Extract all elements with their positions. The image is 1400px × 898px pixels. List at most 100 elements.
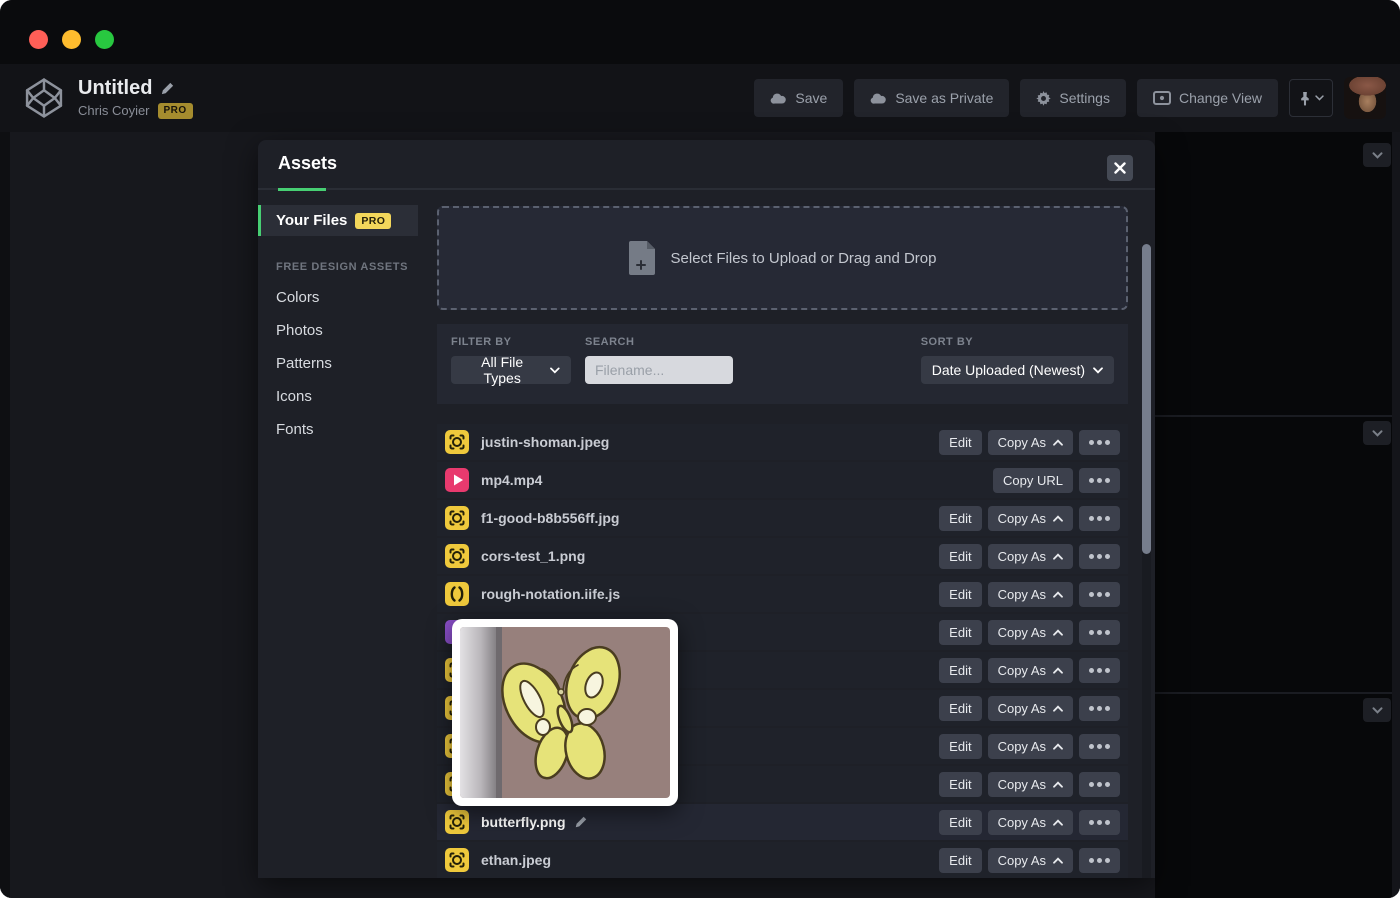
sidebar-item-photos[interactable]: Photos bbox=[276, 322, 437, 339]
close-window-button[interactable] bbox=[29, 30, 48, 49]
modal-scrollbar-thumb[interactable] bbox=[1142, 244, 1151, 554]
file-row-f1-good-b8b556ff.jpg[interactable]: f1-good-b8b556ff.jpg Edit Copy As bbox=[437, 500, 1128, 536]
edit-title-pencil-icon[interactable] bbox=[160, 81, 175, 96]
edit-button[interactable]: Edit bbox=[939, 582, 981, 607]
row-actions: Edit Copy As bbox=[939, 810, 1120, 835]
file-row-ethan.jpeg[interactable]: ethan.jpegEditCopy As bbox=[437, 842, 1128, 878]
editor-right-strip bbox=[1392, 132, 1400, 898]
file-type-filter-dropdown[interactable]: All File Types bbox=[451, 356, 571, 384]
sidebar-item-fonts[interactable]: Fonts bbox=[276, 421, 437, 438]
pin-button[interactable] bbox=[1289, 79, 1333, 117]
more-options-button[interactable] bbox=[1079, 658, 1120, 683]
image-file-icon bbox=[445, 544, 469, 568]
copy-as-button[interactable]: Copy As bbox=[988, 430, 1073, 455]
assets-sidebar: Your Files PRO FREE DESIGN ASSETS Colors… bbox=[258, 192, 437, 878]
rename-pencil-icon[interactable] bbox=[574, 815, 588, 829]
file-row-cors-test_1.png[interactable]: cors-test_1.png Edit Copy As bbox=[437, 538, 1128, 574]
save-as-private-button[interactable]: Save as Private bbox=[854, 79, 1009, 117]
edit-button[interactable]: Edit bbox=[939, 430, 981, 455]
copy-as-button[interactable]: Copy As bbox=[988, 696, 1073, 721]
panel-divider bbox=[1155, 415, 1392, 417]
more-options-button[interactable] bbox=[1079, 772, 1120, 797]
file-row-rough-notation.iife.js[interactable]: rough-notation.iife.jsEditCopy As bbox=[437, 576, 1128, 612]
sort-by-label: SORT BY bbox=[921, 336, 1114, 348]
more-options-button[interactable] bbox=[1079, 848, 1120, 873]
file-name: justin-shoman.jpeg bbox=[481, 434, 609, 450]
minimize-window-button[interactable] bbox=[62, 30, 81, 49]
file-name: butterfly.png bbox=[481, 814, 588, 830]
edit-button[interactable]: Edit bbox=[939, 810, 981, 835]
copy-url-button[interactable]: Copy URL bbox=[993, 468, 1073, 493]
settings-button[interactable]: Settings bbox=[1020, 79, 1126, 117]
change-view-button[interactable]: Change View bbox=[1137, 79, 1278, 117]
more-options-button[interactable] bbox=[1079, 430, 1120, 455]
zoom-window-button[interactable] bbox=[95, 30, 114, 49]
sidebar-item-icons[interactable]: Icons bbox=[276, 388, 437, 405]
file-name: cors-test_1.png bbox=[481, 548, 585, 564]
more-options-button[interactable] bbox=[1079, 734, 1120, 759]
close-icon bbox=[1114, 162, 1126, 174]
chevron-down-icon bbox=[550, 367, 560, 374]
sidebar-item-patterns[interactable]: Patterns bbox=[276, 355, 437, 372]
row-actions: Edit Copy As bbox=[939, 696, 1120, 721]
sidebar-item-your-files[interactable]: Your Files PRO bbox=[258, 205, 418, 236]
collapse-panel-chevron-button[interactable] bbox=[1363, 698, 1391, 722]
chevron-up-icon bbox=[1053, 629, 1063, 636]
edit-button[interactable]: Edit bbox=[939, 772, 981, 797]
edit-button[interactable]: Edit bbox=[939, 848, 981, 873]
copy-as-button[interactable]: Copy As bbox=[988, 810, 1073, 835]
chevron-down-icon bbox=[1372, 707, 1383, 714]
assets-modal-header: Assets bbox=[258, 140, 1155, 190]
file-row-butterfly.png[interactable]: butterfly.png Edit Copy As bbox=[437, 804, 1128, 840]
edit-button[interactable]: Edit bbox=[939, 658, 981, 683]
copy-as-button[interactable]: Copy As bbox=[988, 506, 1073, 531]
more-options-button[interactable] bbox=[1079, 620, 1120, 645]
sort-dropdown[interactable]: Date Uploaded (Newest) bbox=[921, 356, 1114, 384]
editor-page: Assets Your Files PRO FREE DESIGN ASSETS… bbox=[0, 132, 1400, 898]
copy-as-button[interactable]: Copy As bbox=[988, 658, 1073, 683]
chevron-up-icon bbox=[1053, 553, 1063, 560]
filter-bar: FILTER BY All File Types SEARCH SORT BY bbox=[437, 324, 1128, 404]
edit-button[interactable]: Edit bbox=[939, 696, 981, 721]
your-files-label: Your Files bbox=[276, 212, 347, 229]
close-modal-button[interactable] bbox=[1107, 155, 1133, 181]
more-options-button[interactable] bbox=[1079, 696, 1120, 721]
copy-as-button[interactable]: Copy As bbox=[988, 544, 1073, 569]
user-avatar[interactable] bbox=[1344, 77, 1386, 119]
edit-button[interactable]: Edit bbox=[939, 620, 981, 645]
filename-search-input[interactable] bbox=[585, 356, 733, 384]
author-pro-badge: PRO bbox=[158, 103, 193, 119]
ellipsis-icon bbox=[1089, 440, 1110, 445]
search-label: SEARCH bbox=[585, 336, 733, 348]
collapse-panel-chevron-button[interactable] bbox=[1363, 421, 1391, 445]
cloud-icon bbox=[770, 92, 787, 104]
save-button[interactable]: Save bbox=[754, 79, 843, 117]
sidebar-item-colors[interactable]: Colors bbox=[276, 289, 437, 306]
edit-button[interactable]: Edit bbox=[939, 734, 981, 759]
copy-as-button[interactable]: Copy As bbox=[988, 772, 1073, 797]
copy-as-button[interactable]: Copy As bbox=[988, 848, 1073, 873]
upload-dropzone[interactable]: Select Files to Upload or Drag and Drop bbox=[437, 206, 1128, 310]
image-file-icon bbox=[445, 810, 469, 834]
copy-as-button[interactable]: Copy As bbox=[988, 620, 1073, 645]
copy-as-button[interactable]: Copy As bbox=[988, 582, 1073, 607]
more-options-button[interactable] bbox=[1079, 468, 1120, 493]
dropzone-label: Select Files to Upload or Drag and Drop bbox=[671, 250, 937, 267]
file-row-justin-shoman.jpeg[interactable]: justin-shoman.jpeg Edit Copy As bbox=[437, 424, 1128, 460]
panel-divider bbox=[1155, 692, 1392, 694]
ellipsis-icon bbox=[1089, 858, 1110, 863]
edit-button[interactable]: Edit bbox=[939, 544, 981, 569]
collapse-panel-chevron-button[interactable] bbox=[1363, 143, 1391, 167]
more-options-button[interactable] bbox=[1079, 582, 1120, 607]
row-actions: Edit Copy As bbox=[939, 582, 1120, 607]
file-row-mp4.mp4[interactable]: mp4.mp4Copy URL bbox=[437, 462, 1128, 498]
ellipsis-icon bbox=[1089, 668, 1110, 673]
more-options-button[interactable] bbox=[1079, 810, 1120, 835]
copy-as-button[interactable]: Copy As bbox=[988, 734, 1073, 759]
edit-button[interactable]: Edit bbox=[939, 506, 981, 531]
more-options-button[interactable] bbox=[1079, 506, 1120, 531]
gear-icon bbox=[1036, 91, 1051, 106]
more-options-button[interactable] bbox=[1079, 544, 1120, 569]
file-name: f1-good-b8b556ff.jpg bbox=[481, 510, 619, 526]
titlebar bbox=[0, 0, 1400, 64]
